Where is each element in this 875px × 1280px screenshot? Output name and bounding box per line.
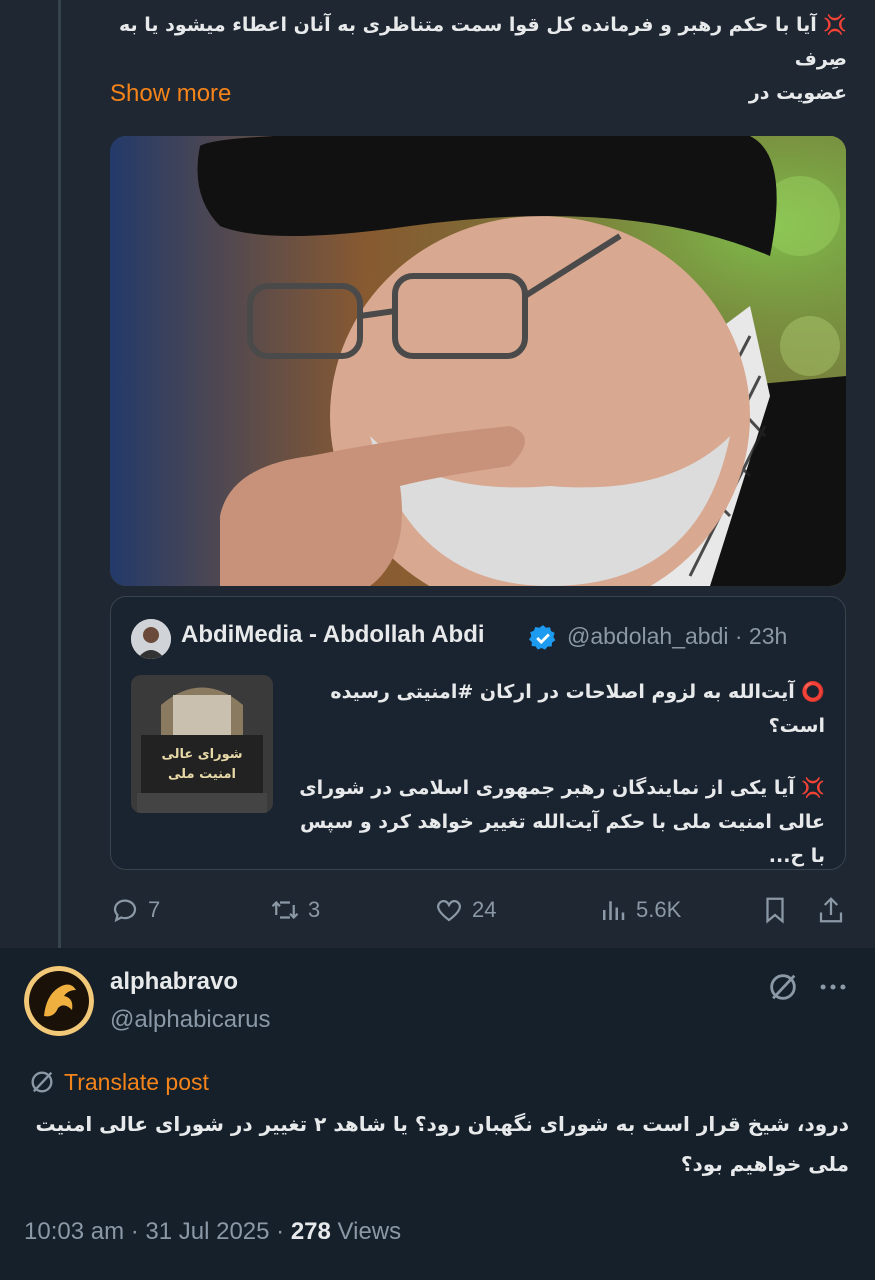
bookmark-button[interactable] xyxy=(760,890,790,930)
bookmark-icon xyxy=(766,897,784,924)
repost-icon xyxy=(271,900,299,920)
repost-count: 3 xyxy=(308,897,321,922)
translate-post-link[interactable]: Translate post xyxy=(28,1068,209,1096)
thread-connector-line xyxy=(58,0,61,958)
like-button[interactable]: 24 xyxy=(434,890,496,930)
timestamp[interactable]: 10:03 am · 31 Jul 2025 · xyxy=(24,1218,291,1245)
reply-text-line-1: درود، شیخ قرار است به شورای نگهبان رود؟ … xyxy=(35,1112,849,1136)
views-count: 278 xyxy=(290,1218,331,1245)
tweet-action-bar: 7 3 24 5.6K xyxy=(110,890,850,930)
share-button[interactable] xyxy=(816,890,846,930)
quoted-thumbnail[interactable]: شورای عالی امنیت ملی xyxy=(131,675,273,813)
share-icon xyxy=(819,897,843,923)
reply-icon xyxy=(113,899,137,923)
reply-button[interactable]: 7 xyxy=(110,890,160,930)
reply-count: 7 xyxy=(148,897,161,922)
verified-badge-icon xyxy=(529,625,556,650)
heart-icon xyxy=(436,899,462,922)
quoted-text-line-3: 💢 آیا یکی از نمایندگان رهبر جمهوری اسلام… xyxy=(299,777,825,799)
translate-icon xyxy=(31,1071,53,1093)
quoted-tweet-card[interactable]: AbdiMedia - Abdollah Abdi @abdolah_abdi … xyxy=(110,596,846,870)
quoted-text-line-4: عالی امنیت ملی با حکم آیت‌الله تغییر خوا… xyxy=(299,811,825,867)
views-button[interactable]: 5.6K xyxy=(598,890,681,930)
more-options-icon[interactable] xyxy=(816,970,850,1004)
repost-button[interactable]: 3 xyxy=(270,890,320,930)
quoted-text-line-2: است؟ xyxy=(768,715,825,737)
view-count: 5.6K xyxy=(636,897,682,922)
reply-text: درود، شیخ قرار است به شورای نگهبان رود؟ … xyxy=(28,1104,849,1184)
reply-author-avatar[interactable] xyxy=(24,966,94,1036)
reply-author-name[interactable]: alphabravo xyxy=(110,968,238,996)
tweet-meta: 10:03 am · 31 Jul 2025 · 278 Views xyxy=(24,1218,401,1246)
tweet-photo[interactable] xyxy=(110,136,846,586)
quoted-text-line-1: ⭕ آیت‌الله به لزوم اصلاحات در ارکان #امن… xyxy=(330,681,825,703)
like-count: 24 xyxy=(472,897,497,922)
thumbnail-sign-text: شورای عالی امنیت ملی xyxy=(161,747,243,782)
quoted-text: ⭕ آیت‌الله به لزوم اصلاحات در ارکان #امن… xyxy=(291,675,825,873)
show-more-link[interactable]: Show more xyxy=(110,80,231,108)
grok-icon[interactable] xyxy=(766,970,800,1004)
views-label: Views xyxy=(330,1218,402,1245)
reply-text-line-2: ملی خواهیم بود؟ xyxy=(680,1152,849,1176)
portrait-image xyxy=(110,136,846,586)
analytics-icon xyxy=(603,901,625,920)
quoted-author-handle: @abdolah_abdi · 23h xyxy=(567,623,788,649)
quoted-author-avatar[interactable] xyxy=(131,619,171,659)
translate-label: Translate post xyxy=(64,1068,209,1095)
quoted-author-name[interactable]: AbdiMedia - Abdollah Abdi xyxy=(181,621,485,649)
tweet-text-line-1: 💢 آیا با حکم رهبر و فرمانده کل قوا سمت م… xyxy=(118,14,847,70)
reply-author-handle[interactable]: @alphabicarus xyxy=(110,1006,270,1034)
